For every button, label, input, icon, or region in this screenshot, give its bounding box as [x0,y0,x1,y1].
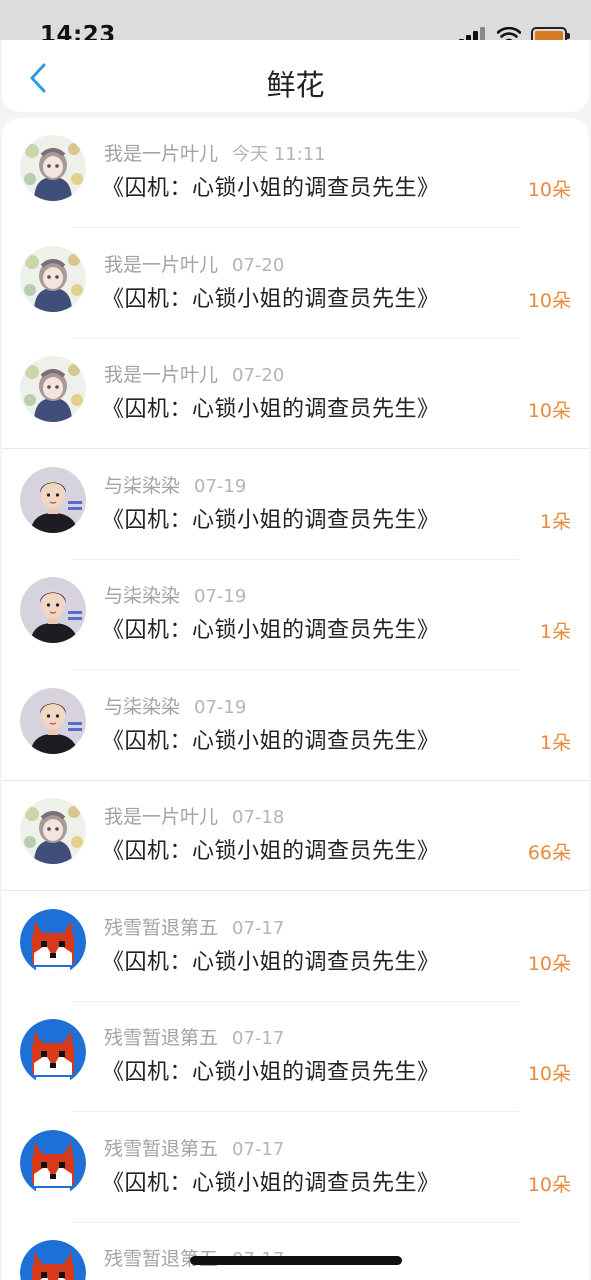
sent-date: 07-18 [232,807,285,828]
sender-name: 我是一片叶儿 [104,253,219,276]
sender-meta: 我是一片叶儿 今天 11:11 [104,139,326,166]
avatar[interactable] [20,908,86,975]
flower-count: 10朵 [527,179,571,201]
sender-name: 我是一片叶儿 [104,364,219,386]
book-title: 《囚机：心锁小姐的调查员先生》 [102,618,440,643]
sender-meta: 残雪暂退第五 07-17 [104,1023,284,1050]
flower-count: 1朵 [539,510,571,533]
sent-date: 07-20 [232,254,285,276]
sender-meta: 残雪暂退第五 07-17 [104,913,284,940]
sender-name: 我是一片叶儿 [104,806,219,828]
page-title: 鲜花 [266,68,325,102]
sent-date: 07-17 [232,1138,285,1160]
list-item[interactable]: 残雪暂退第五 07-17 《囚机：心锁小姐的调查员先生》 10朵 [2,1113,589,1223]
sender-meta: 与柒染染 07-19 [104,581,246,608]
avatar[interactable] [20,466,86,533]
sender-meta: 我是一片叶儿 07-20 [104,250,284,277]
nav-bar: 鲜花 [2,40,589,112]
book-title: 《囚机：心锁小姐的调查员先生》 [102,397,440,422]
flower-count: 10朵 [527,400,571,422]
avatar[interactable] [20,798,86,864]
home-indicator [190,1256,402,1265]
flower-count: 1朵 [539,731,571,754]
flower-count: 10朵 [527,1173,571,1196]
list-item[interactable]: 与柒染染 07-19 《囚机：心锁小姐的调查员先生》 1朵 [2,450,589,560]
sender-meta: 与柒染染 07-19 [104,471,246,498]
list-item[interactable]: 与柒染染 07-19 《囚机：心锁小姐的调查员先生》 1朵 [2,671,589,781]
sent-date: 07-17 [232,1028,285,1049]
flowers-screen: 14:23 鲜花 我是一片叶儿 今天 11:11 《囚机：心锁小姐的调查员先生》… [0,0,591,1280]
sender-meta: 残雪暂退第五 07-17 [104,1134,284,1161]
avatar[interactable] [20,356,86,422]
list-item[interactable]: 残雪暂退第五 07-17 《囚机：心锁小姐的调查员先生》 10朵 [2,892,589,1002]
book-title: 《囚机：心锁小姐的调查员先生》 [102,1170,440,1196]
sent-date: 07-17 [232,917,285,939]
avatar[interactable] [20,1019,86,1085]
sender-meta: 与柒染染 07-19 [104,692,246,719]
list-item[interactable]: 与柒染染 07-19 《囚机：心锁小姐的调查员先生》 1朵 [2,560,589,670]
book-title: 《囚机：心锁小姐的调查员先生》 [102,507,440,533]
list-item[interactable]: 我是一片叶儿 今天 11:11 《囚机：心锁小姐的调查员先生》 10朵 [2,118,589,228]
sent-date: 07-19 [194,475,247,497]
avatar[interactable] [20,577,86,643]
book-title: 《囚机：心锁小姐的调查员先生》 [102,176,440,201]
flower-count: 10朵 [527,952,571,975]
list-item[interactable]: 残雪暂退第五07-17《囚机：心锁小姐的调查员先生》 [2,1223,589,1280]
sender-name: 我是一片叶儿 [104,143,219,165]
sent-date: 07-20 [232,365,285,386]
list-item[interactable]: 我是一片叶儿 07-20 《囚机：心锁小姐的调查员先生》 10朵 [2,229,589,339]
avatar[interactable] [20,1129,86,1196]
sent-date: 07-19 [194,586,247,607]
sent-date: 今天 11:11 [232,144,326,165]
sent-date: 07-19 [194,696,247,718]
flower-list: 我是一片叶儿 今天 11:11 《囚机：心锁小姐的调查员先生》 10朵 我是一片叶儿 0… [2,118,589,1280]
avatar[interactable] [20,135,86,201]
sender-name: 残雪暂退第五 [104,916,219,939]
book-title: 《囚机：心锁小姐的调查员先生》 [102,728,440,754]
avatar[interactable] [20,687,86,754]
book-title: 《囚机：心锁小姐的调查员先生》 [102,1275,440,1280]
flower-count: 66朵 [527,842,571,864]
sender-name: 与柒染染 [104,585,181,607]
book-title: 《囚机：心锁小姐的调查员先生》 [102,1060,440,1085]
sender-name: 残雪暂退第五 [104,1027,219,1049]
book-title: 《囚机：心锁小姐的调查员先生》 [102,286,440,312]
book-title: 《囚机：心锁小姐的调查员先生》 [102,839,440,864]
flower-count: 10朵 [527,1063,571,1085]
flower-count: 1朵 [539,621,571,643]
flower-count: 10朵 [527,289,571,312]
list-item[interactable]: 我是一片叶儿 07-20 《囚机：心锁小姐的调查员先生》 10朵 [2,339,589,449]
list-item[interactable]: 残雪暂退第五 07-17 《囚机：心锁小姐的调查员先生》 10朵 [2,1002,589,1112]
status-bar: 14:23 [0,0,591,48]
sender-name: 与柒染染 [104,474,181,497]
sender-name: 与柒染染 [104,695,181,718]
sender-name: 残雪暂退第五 [104,1137,219,1160]
sender-meta: 我是一片叶儿 07-20 [104,360,284,387]
avatar[interactable] [20,245,86,312]
avatar[interactable] [20,1240,86,1280]
list-item[interactable]: 我是一片叶儿 07-18 《囚机：心锁小姐的调查员先生》 66朵 [2,781,589,891]
sender-meta: 我是一片叶儿 07-18 [104,802,284,829]
book-title: 《囚机：心锁小姐的调查员先生》 [102,949,440,975]
